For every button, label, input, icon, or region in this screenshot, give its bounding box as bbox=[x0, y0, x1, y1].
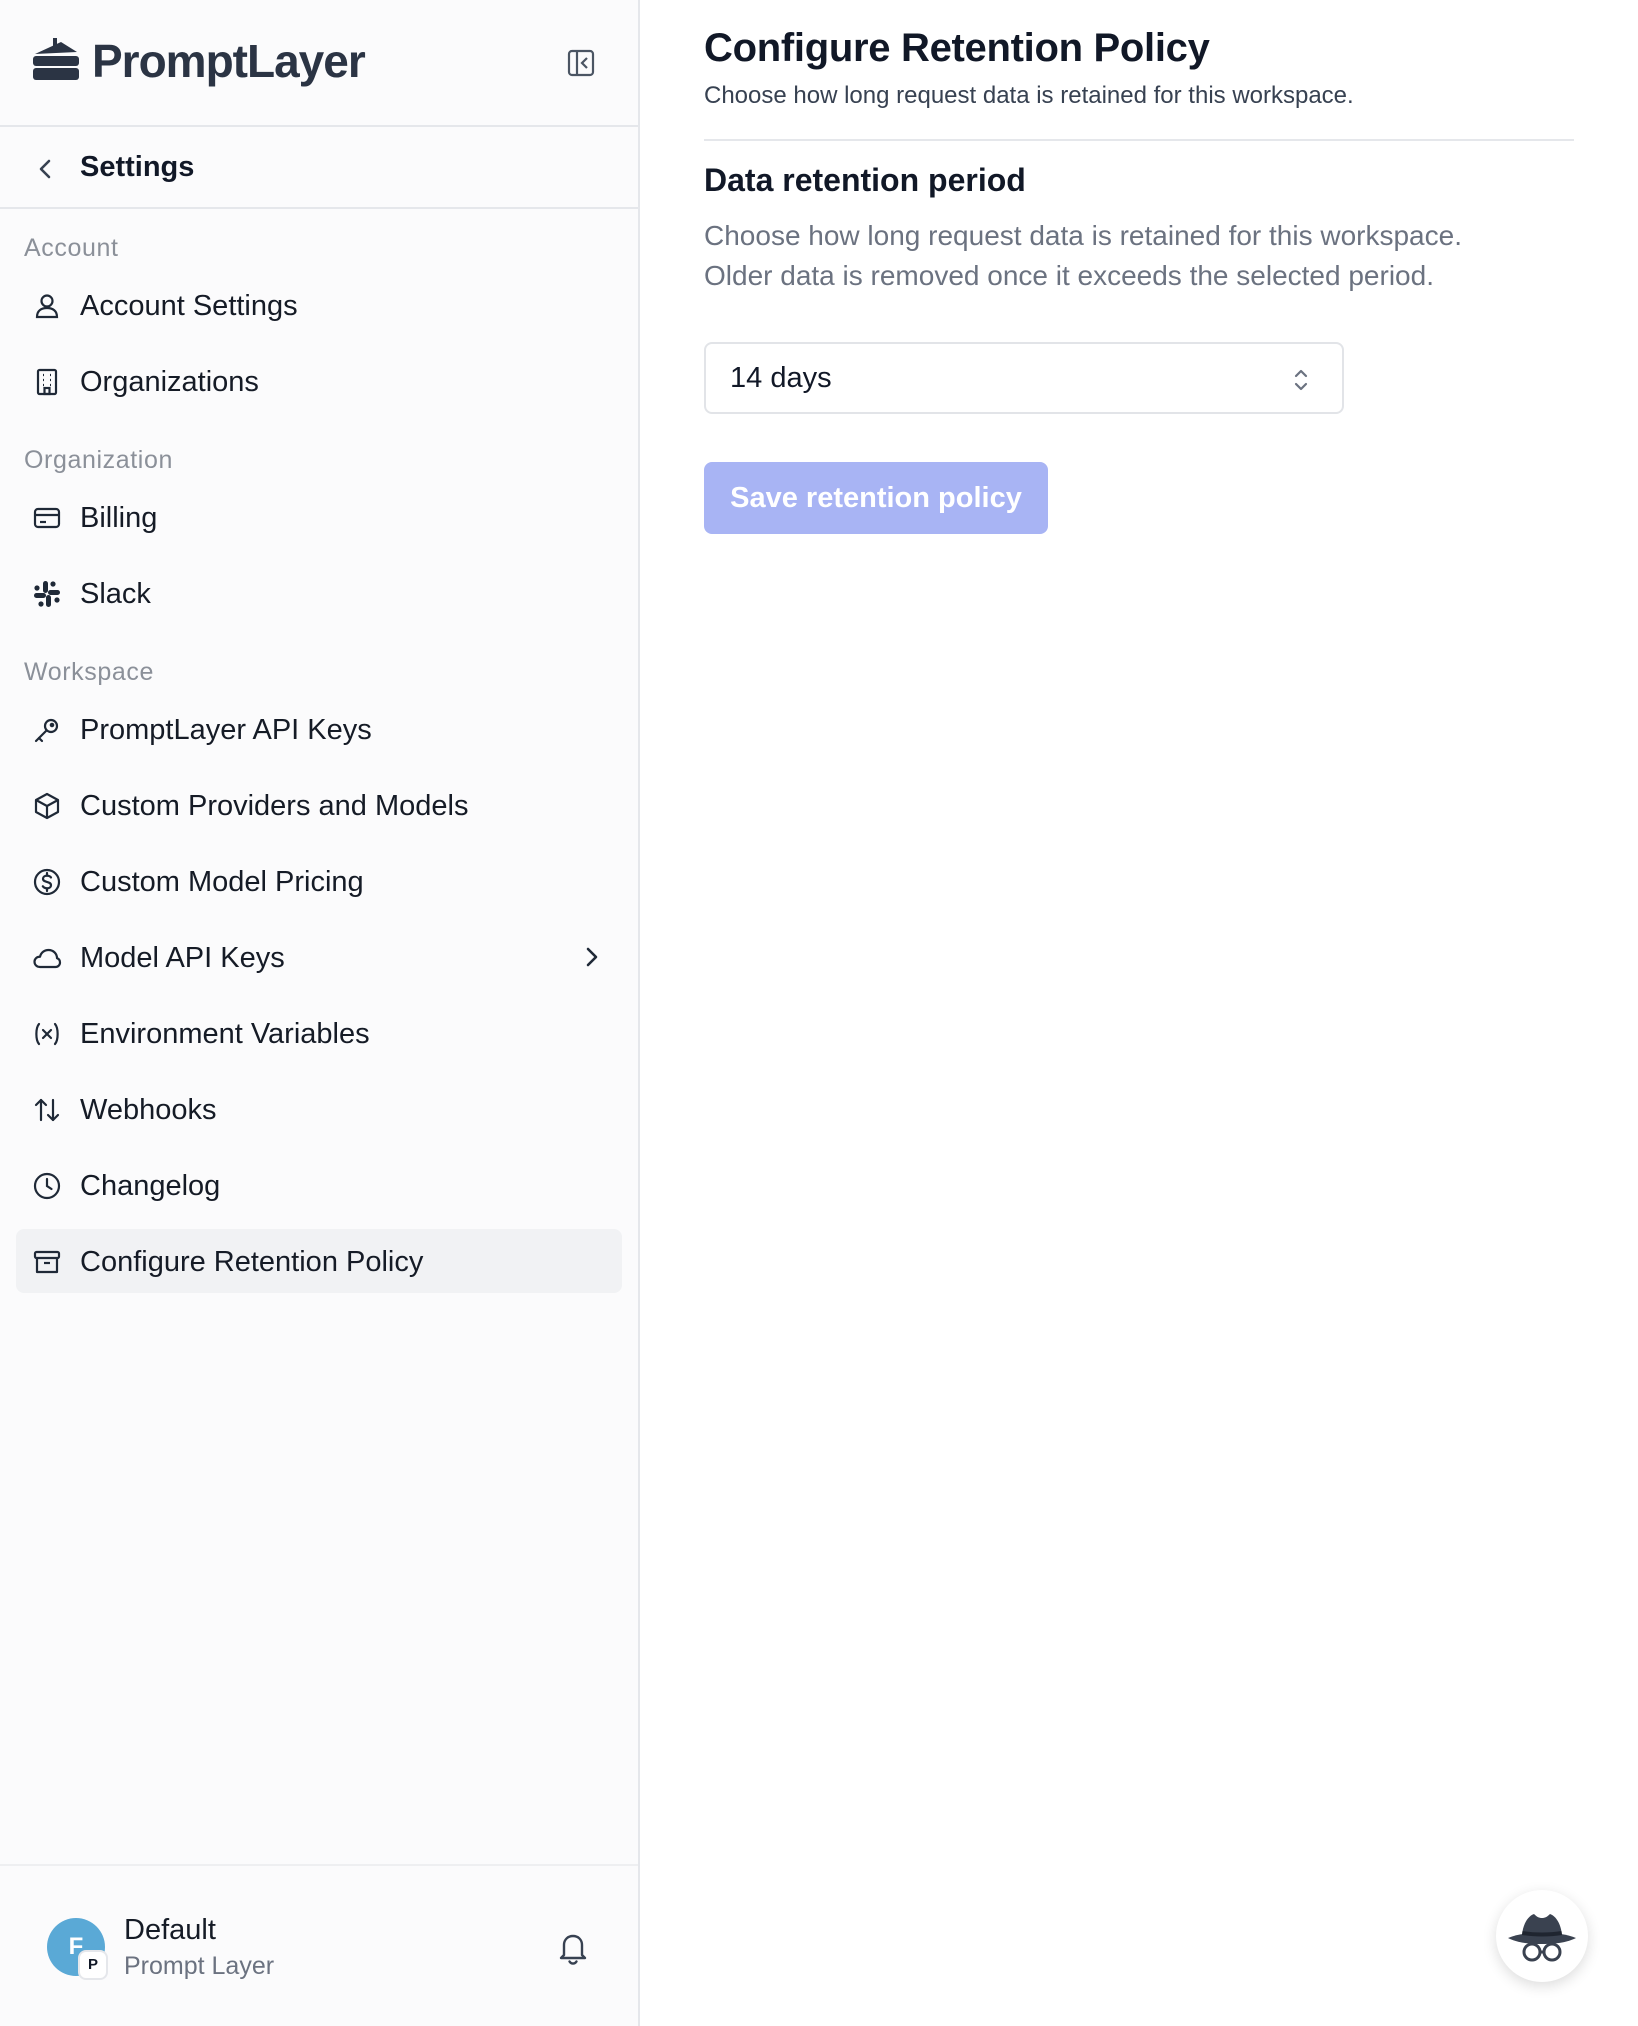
workspace-name: Default bbox=[124, 1914, 216, 1946]
box-icon bbox=[34, 792, 60, 820]
workspace-switcher[interactable]: F P Default Prompt Layer bbox=[0, 1864, 638, 2026]
section-description-line: Older data is removed once it exceeds th… bbox=[704, 260, 1434, 291]
sidebar-item-changelog[interactable]: Changelog bbox=[16, 1153, 622, 1217]
sidebar-collapse-icon[interactable] bbox=[566, 48, 596, 78]
sidebar-item-billing[interactable]: Billing bbox=[16, 485, 622, 549]
organization-name: Prompt Layer bbox=[124, 1952, 275, 1980]
help-assistant-button[interactable] bbox=[1496, 1890, 1588, 1982]
promptlayer-logo-icon bbox=[33, 38, 79, 80]
key-icon bbox=[34, 718, 59, 743]
brand-name: PromptLayer bbox=[92, 35, 366, 87]
sidebar-item-label: Webhooks bbox=[80, 1094, 217, 1126]
slack-icon bbox=[34, 581, 60, 607]
sidebar-item-label: Custom Model Pricing bbox=[80, 866, 364, 898]
building-icon bbox=[36, 368, 58, 396]
main-content: Configure Retention Policy Choose how lo… bbox=[640, 0, 1638, 2026]
variable-icon bbox=[35, 1022, 59, 1046]
sidebar: PromptLayer Settings Account Account Set… bbox=[0, 0, 640, 2026]
section-description-line: Choose how long request data is retained… bbox=[704, 220, 1462, 251]
brand-header: PromptLayer bbox=[0, 0, 638, 127]
settings-title: Settings bbox=[80, 151, 195, 183]
page-title: Configure Retention Policy bbox=[704, 26, 1210, 70]
section-label-workspace: Workspace bbox=[24, 658, 154, 686]
chevron-up-down-icon bbox=[1294, 369, 1308, 391]
sidebar-item-account-settings[interactable]: Account Settings bbox=[16, 273, 622, 337]
sidebar-item-label: Environment Variables bbox=[80, 1018, 370, 1050]
chevron-right-icon bbox=[586, 947, 598, 967]
sidebar-item-label: PromptLayer API Keys bbox=[80, 714, 372, 746]
clock-icon bbox=[33, 1172, 61, 1200]
sidebar-item-label: Configure Retention Policy bbox=[80, 1246, 424, 1278]
arrows-up-down-icon bbox=[34, 1098, 60, 1122]
section-label-account: Account bbox=[24, 234, 119, 262]
user-icon bbox=[35, 294, 59, 319]
sidebar-item-promptlayer-api-keys[interactable]: PromptLayer API Keys bbox=[16, 697, 622, 761]
page-subtitle: Choose how long request data is retained… bbox=[704, 82, 1354, 109]
sidebar-item-webhooks[interactable]: Webhooks bbox=[16, 1077, 622, 1141]
sidebar-item-label: Billing bbox=[80, 502, 158, 534]
detective-hat-icon bbox=[1508, 1914, 1576, 1962]
credit-card-icon bbox=[33, 507, 61, 529]
org-avatar-badge: P bbox=[78, 1950, 108, 1980]
sidebar-item-environment-variables[interactable]: Environment Variables bbox=[16, 1001, 622, 1065]
sidebar-item-slack[interactable]: Slack bbox=[16, 561, 622, 625]
section-description: Choose how long request data is retained… bbox=[704, 216, 1584, 296]
section-title: Data retention period bbox=[704, 162, 1026, 198]
sidebar-item-configure-retention-policy[interactable]: Configure Retention Policy bbox=[16, 1229, 622, 1293]
sidebar-item-custom-model-pricing[interactable]: Custom Model Pricing bbox=[16, 849, 622, 913]
save-retention-policy-button[interactable]: Save retention policy bbox=[704, 462, 1048, 534]
chevron-left-icon bbox=[39, 159, 51, 179]
sidebar-item-custom-providers[interactable]: Custom Providers and Models bbox=[16, 773, 622, 837]
sidebar-item-label: Slack bbox=[80, 578, 151, 610]
sidebar-item-label: Account Settings bbox=[80, 290, 298, 322]
sidebar-item-organizations[interactable]: Organizations bbox=[16, 349, 622, 413]
divider bbox=[704, 139, 1574, 141]
settings-back-button[interactable]: Settings bbox=[0, 129, 638, 209]
retention-period-select[interactable]: 14 days bbox=[704, 342, 1344, 414]
sidebar-item-label: Organizations bbox=[80, 366, 259, 398]
archive-icon bbox=[33, 1250, 61, 1274]
dollar-circle-icon bbox=[33, 868, 61, 896]
retention-period-value: 14 days bbox=[730, 362, 832, 394]
bell-icon[interactable] bbox=[556, 1930, 590, 1966]
sidebar-item-model-api-keys[interactable]: Model API Keys bbox=[16, 925, 622, 989]
section-label-organization: Organization bbox=[24, 446, 173, 474]
sidebar-item-label: Changelog bbox=[80, 1170, 221, 1202]
sidebar-item-label: Model API Keys bbox=[80, 942, 285, 974]
cloud-icon bbox=[33, 948, 62, 969]
sidebar-item-label: Custom Providers and Models bbox=[80, 790, 469, 822]
